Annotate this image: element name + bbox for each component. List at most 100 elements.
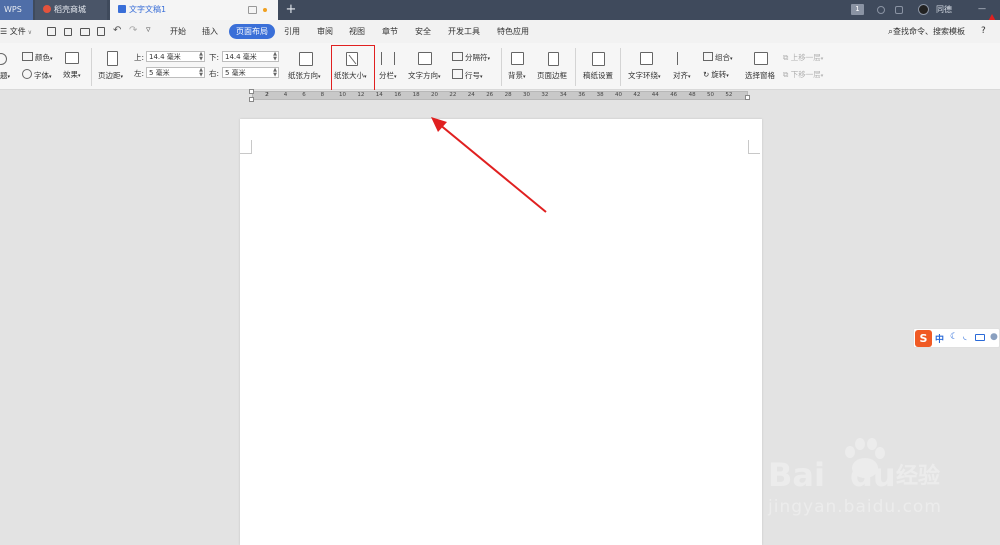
avatar[interactable] — [918, 4, 929, 15]
text-direction-button[interactable]: 文字方向▾ — [408, 70, 441, 81]
chevron-down-icon: ▾ — [688, 74, 691, 80]
tab-wps[interactable]: WPS — [0, 0, 33, 20]
manuscript-icon[interactable] — [592, 52, 605, 66]
tab-home[interactable]: 开始 — [170, 20, 186, 43]
theme-label: 题 — [0, 71, 8, 80]
theme-fonts-button[interactable]: 字体▾ — [22, 69, 52, 81]
ruler-tick-label: 40 — [615, 92, 622, 98]
redo-icon[interactable]: ↷ — [129, 25, 137, 36]
right-margin-field[interactable]: 5 毫米 ▲ ▼ — [222, 67, 279, 78]
quick-print-icon[interactable] — [64, 28, 72, 36]
watermark-url: jingyan.baidu.com — [768, 497, 942, 517]
paper-size-diagonal-icon — [348, 54, 357, 65]
tab-docer-store[interactable]: 稻壳商城 — [35, 0, 107, 20]
theme-colors-label: 颜色 — [35, 53, 50, 62]
user-icon[interactable]: ● — [990, 332, 998, 342]
tab-developer[interactable]: 开发工具 — [448, 20, 480, 43]
orientation-icon[interactable] — [299, 52, 313, 66]
margins-label: 页边距 — [98, 71, 121, 80]
page-border-button[interactable]: 页面边框 — [537, 70, 567, 81]
bottom-margin-field[interactable]: 14.4 毫米 ▲ ▼ — [222, 51, 279, 62]
background-button[interactable]: 背景▾ — [508, 70, 526, 81]
orientation-button[interactable]: 纸张方向▾ — [288, 70, 321, 81]
columns-icon[interactable] — [381, 52, 395, 65]
save-icon[interactable] — [47, 27, 56, 36]
ruler-tick-label: 52 — [725, 92, 733, 98]
watermark-brand-du: du — [850, 456, 896, 494]
undo-icon[interactable]: ↶ — [113, 25, 121, 36]
skin-icon[interactable] — [895, 6, 903, 14]
spinner-icon[interactable]: ▲ ▼ — [273, 52, 277, 62]
notification-badge[interactable]: 1 — [851, 4, 864, 15]
chevron-down-icon: ▾ — [480, 74, 483, 80]
file-menu[interactable]: ☰ 文件 ∨ — [0, 20, 32, 43]
selection-pane-button[interactable]: 选择窗格 — [745, 70, 775, 81]
margins-icon[interactable] — [107, 51, 118, 66]
moon-icon[interactable]: ☾ — [950, 332, 958, 342]
print-icon[interactable] — [80, 28, 90, 36]
margins-button[interactable]: 页边距▾ — [98, 70, 123, 81]
tab-insert[interactable]: 插入 — [202, 20, 218, 43]
display-icon[interactable] — [248, 6, 257, 14]
align-button[interactable]: 对齐▾ — [673, 70, 691, 81]
text-direction-icon[interactable] — [418, 52, 432, 65]
spinner-icon[interactable]: ▲ ▼ — [199, 52, 203, 62]
bring-forward-button[interactable]: ⧉ 上移一层▾ — [783, 52, 823, 63]
theme-effects-button[interactable]: 效果▾ — [63, 69, 81, 80]
ime-toolbar[interactable]: S 中 ☾ ◟ ● — [913, 328, 1000, 348]
theme-button[interactable]: 题▾ — [0, 70, 10, 81]
new-tab-button[interactable]: + — [282, 0, 300, 19]
text-wrap-icon[interactable] — [640, 52, 653, 65]
sogou-icon[interactable]: S — [915, 330, 932, 347]
ruler-tick-label: 10 — [339, 92, 346, 98]
tab-references[interactable]: 引用 — [284, 20, 300, 43]
page-border-icon[interactable] — [548, 52, 559, 66]
spinner-icon[interactable]: ▲ ▼ — [273, 68, 277, 78]
username[interactable]: 同德 — [936, 0, 952, 20]
ruler-tick-label: 14 — [375, 92, 383, 98]
background-icon[interactable] — [511, 52, 524, 65]
left-indent-marker-bottom[interactable] — [249, 97, 254, 102]
customize-toolbar-icon[interactable]: ▿ — [146, 25, 151, 35]
tab-page-layout[interactable]: 页面布局 — [229, 24, 275, 39]
right-indent-marker[interactable] — [745, 95, 750, 100]
send-backward-button[interactable]: ⧉ 下移一层▾ — [783, 69, 823, 80]
line-numbers-button[interactable]: 行号▾ — [452, 69, 483, 81]
chevron-down-icon: ▾ — [50, 56, 53, 62]
align-icon[interactable] — [677, 52, 689, 65]
effects-icon[interactable] — [65, 52, 79, 64]
selection-pane-icon[interactable] — [754, 52, 768, 65]
group-button[interactable]: 组合▾ — [703, 52, 733, 63]
text-wrap-button[interactable]: 文字环绕▾ — [628, 70, 661, 81]
punctuation-icon[interactable]: ◟ — [963, 332, 967, 342]
tab-review[interactable]: 审阅 — [317, 20, 333, 43]
top-margin-field[interactable]: 14.4 毫米 ▲ ▼ — [146, 51, 205, 62]
writer-doc-icon — [118, 5, 126, 13]
line-numbers-icon — [452, 69, 463, 79]
print-preview-icon[interactable] — [97, 27, 105, 36]
ruler-tick-label: 28 — [504, 92, 512, 98]
tab-special[interactable]: 特色应用 — [497, 20, 529, 43]
manuscript-button[interactable]: 稿纸设置 — [583, 70, 613, 81]
paper-size-button[interactable]: 纸张大小▾ — [334, 70, 367, 81]
command-search[interactable]: ⌕查找命令、搜索模板 — [888, 20, 965, 43]
tab-view[interactable]: 视图 — [349, 20, 365, 43]
chevron-down-icon: ▾ — [658, 74, 661, 80]
spinner-icon[interactable]: ▲ ▼ — [199, 68, 203, 78]
columns-button[interactable]: 分栏▾ — [379, 70, 397, 81]
keyboard-icon[interactable] — [975, 334, 985, 341]
left-indent-marker[interactable] — [249, 89, 254, 94]
help-button[interactable]: ? — [981, 20, 986, 43]
chevron-down-icon: ▾ — [318, 74, 321, 80]
ruler-tick-label: 22 — [449, 92, 457, 98]
ruler-tick-label: 32 — [541, 92, 549, 98]
tab-chapter[interactable]: 章节 — [382, 20, 398, 43]
settings-icon[interactable] — [877, 6, 885, 14]
left-margin-field[interactable]: 5 毫米 ▲ ▼ — [146, 67, 205, 78]
rotate-button[interactable]: ↻ 旋转▾ — [703, 69, 729, 80]
breaks-button[interactable]: 分隔符▾ — [452, 52, 490, 63]
tab-document[interactable]: 文字文稿1 — [110, 0, 278, 20]
tab-security[interactable]: 安全 — [415, 20, 431, 43]
ime-chinese-mode[interactable]: 中 — [935, 332, 944, 345]
theme-colors-button[interactable]: 颜色▾ — [22, 52, 53, 63]
